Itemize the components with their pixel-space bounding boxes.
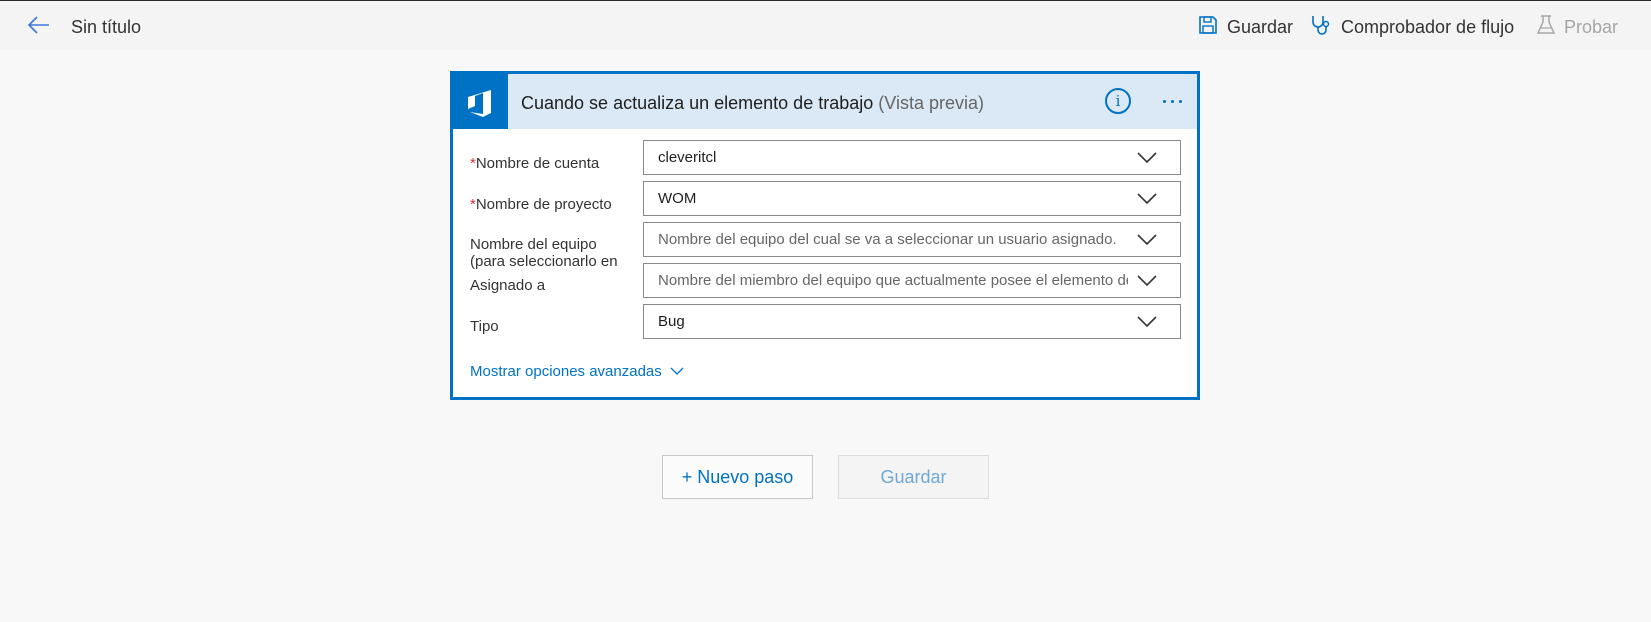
project-name-dropdown[interactable]: WOM (643, 181, 1181, 216)
type-dropdown[interactable]: Bug (643, 304, 1181, 339)
designer-header: Sin título Guardar Comprobador de flujo … (0, 1, 1651, 50)
account-name-label: *Nombre de cuenta (470, 155, 600, 172)
team-name-placeholder: Nombre del equipo del cual se va a selec… (658, 231, 1117, 248)
chevron-down-icon (1136, 192, 1158, 211)
save-command-button[interactable]: Guardar (1198, 14, 1293, 40)
test-label: Probar (1564, 16, 1619, 37)
assigned-to-dropdown[interactable]: Nombre del miembro del equipo que actual… (643, 263, 1181, 298)
type-value: Bug (658, 313, 685, 330)
flow-title[interactable]: Sin título (71, 17, 141, 38)
save-button[interactable]: Guardar (838, 455, 989, 499)
save-icon (1198, 15, 1218, 40)
chevron-down-icon (1136, 315, 1158, 334)
trigger-title-text: Cuando se actualiza un elemento de traba… (521, 93, 874, 113)
trigger-card-header[interactable]: Cuando se actualiza un elemento de traba… (453, 74, 1197, 129)
save-command-label: Guardar (1227, 16, 1294, 37)
assigned-to-placeholder: Nombre del miembro del equipo que actual… (658, 272, 1128, 289)
info-icon[interactable]: i (1105, 88, 1131, 114)
flow-checker-label: Comprobador de flujo (1341, 16, 1515, 37)
chevron-down-icon (1136, 274, 1158, 293)
azure-devops-icon (453, 74, 508, 129)
chevron-down-icon (1136, 151, 1158, 170)
account-name-value: cleveritcl (658, 149, 717, 166)
type-label: Tipo (470, 318, 499, 335)
chevron-down-icon (670, 363, 684, 380)
team-name-dropdown[interactable]: Nombre del equipo del cual se va a selec… (643, 222, 1181, 257)
back-button[interactable] (24, 14, 54, 40)
back-arrow-icon (27, 15, 51, 40)
trigger-card: Cuando se actualiza un elemento de traba… (450, 71, 1200, 400)
assigned-to-label: Asignado a (470, 277, 546, 294)
flask-icon (1536, 14, 1556, 41)
account-name-dropdown[interactable]: cleveritcl (643, 140, 1181, 175)
trigger-title: Cuando se actualiza un elemento de traba… (521, 93, 984, 114)
show-advanced-options-link[interactable]: Mostrar opciones avanzadas (470, 363, 684, 380)
stethoscope-icon (1310, 14, 1332, 41)
preview-tag: (Vista previa) (878, 93, 984, 113)
flow-checker-button[interactable]: Comprobador de flujo (1310, 14, 1514, 40)
more-options-icon[interactable] (1157, 88, 1187, 114)
show-advanced-options-label: Mostrar opciones avanzadas (470, 363, 662, 380)
new-step-button[interactable]: + Nuevo paso (662, 455, 813, 499)
test-button[interactable]: Probar (1536, 14, 1619, 41)
team-name-label: Nombre del equipo (para seleccionarlo en (470, 236, 618, 270)
project-name-label: *Nombre de proyecto (470, 196, 612, 213)
chevron-down-icon (1136, 233, 1158, 252)
project-name-value: WOM (658, 190, 697, 207)
